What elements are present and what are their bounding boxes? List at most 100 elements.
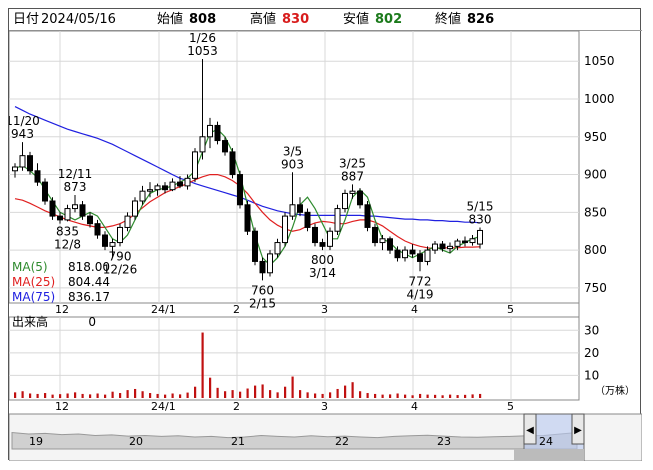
candle-body	[334, 208, 341, 232]
candle-body	[57, 215, 63, 221]
volume-bar	[231, 390, 234, 398]
volume-bar	[239, 391, 242, 398]
volume-bar	[456, 395, 459, 398]
volume-bar	[336, 388, 339, 398]
candle-body	[394, 249, 401, 259]
candle-body	[387, 238, 393, 251]
year-label: 24	[539, 435, 553, 448]
volume-bar	[464, 394, 467, 398]
candle-body	[199, 136, 206, 153]
candle-body	[304, 211, 311, 228]
candle-body	[267, 253, 273, 274]
candle-body	[237, 174, 243, 206]
volume-bar	[44, 393, 47, 398]
candle-body	[274, 242, 281, 255]
price-tick-label: 750	[584, 281, 607, 295]
volume-bar	[479, 393, 482, 398]
volume-bar	[81, 393, 84, 398]
volume-bar	[74, 392, 77, 398]
candle-body	[364, 204, 371, 228]
volume-bar	[209, 377, 212, 398]
volume-bar	[396, 393, 399, 398]
overview-right-handle-glyph[interactable]: ▶	[574, 425, 582, 436]
volume-bar	[96, 393, 99, 398]
volume-bar	[134, 388, 137, 398]
high-annotation: 943	[11, 127, 34, 141]
x-tick-label: 24/1	[151, 400, 176, 413]
volume-bar	[171, 393, 174, 398]
volume-bar	[306, 392, 309, 398]
volume-bar	[254, 385, 257, 398]
volume-bar	[276, 392, 279, 398]
high-annotation: 1053	[187, 44, 218, 58]
volume-bar	[14, 392, 17, 398]
candle-body	[214, 124, 221, 142]
volume-bar	[59, 394, 62, 398]
volume-bar	[284, 386, 287, 398]
overview-right-handle[interactable]: ▶	[571, 413, 585, 445]
candle-body	[19, 155, 26, 168]
ma25-name: MA(25)	[12, 275, 56, 289]
overview-left-handle[interactable]: ◀	[523, 413, 537, 445]
candle-body	[289, 204, 296, 217]
candle-body	[162, 185, 168, 191]
high-annotation: 873	[64, 180, 87, 194]
ma-legend: MA(5) 818.00 MA(25) 804.44 MA(75) 836.17	[12, 260, 110, 305]
candle-body	[229, 151, 236, 176]
x-tick-label: 4	[411, 400, 418, 413]
candle-body	[154, 185, 161, 191]
candle-body	[27, 155, 33, 172]
year-label: 21	[231, 435, 245, 448]
volume-bar	[111, 391, 114, 398]
candle-body	[177, 181, 183, 187]
ma5-line	[14, 128, 481, 267]
low-annotation: 800	[311, 253, 334, 267]
price-tick-label: 800	[584, 243, 607, 257]
candle-body	[297, 204, 303, 213]
candle-body	[432, 243, 438, 251]
price-tick-label: 1050	[584, 54, 615, 68]
volume-bar	[36, 393, 39, 398]
volume-bar	[126, 390, 129, 398]
volume-bar	[224, 391, 227, 398]
year-label: 22	[335, 435, 349, 448]
ma75-legend: MA(75) 836.17	[12, 290, 110, 305]
volume-bar	[29, 393, 32, 398]
volume-bar	[291, 376, 294, 398]
high-annotation: 830	[469, 212, 492, 226]
volume-name: 出来高	[12, 315, 49, 329]
candle-body	[439, 243, 446, 250]
overview-scrollbar	[514, 449, 584, 461]
low-annotation: 772	[409, 274, 432, 288]
volume-bar	[329, 392, 332, 398]
overview-left-handle-glyph[interactable]: ◀	[526, 425, 534, 436]
volume-unit-label: （万株）	[595, 384, 635, 397]
candle-body	[424, 249, 431, 262]
price-tick-label: 900	[584, 168, 607, 182]
low-annotation-date: 2/15	[249, 296, 276, 310]
candle-body	[147, 189, 153, 192]
volume-bar	[194, 386, 197, 398]
x-tick-label: 5	[507, 400, 514, 413]
x-tick-label: 12	[55, 400, 69, 413]
candle-body	[49, 200, 56, 217]
x-tick-label: 24/1	[151, 303, 176, 316]
candle-body	[259, 260, 266, 274]
low-annotation: 790	[109, 249, 132, 263]
candle-body	[42, 181, 48, 202]
x-tick-label: 3	[321, 400, 328, 413]
candle-body	[357, 190, 363, 206]
candle-body	[469, 238, 476, 244]
candle-body	[349, 190, 356, 194]
candle-body	[184, 177, 191, 187]
low-annotation: 760	[251, 283, 274, 297]
high-annotation-date: 12/11	[58, 167, 93, 181]
candle-body	[372, 226, 378, 244]
candle-body	[192, 151, 198, 179]
ma75-name: MA(75)	[12, 290, 56, 304]
candle-body	[447, 245, 453, 250]
x-tick-label: 5	[507, 303, 514, 316]
candle-body	[462, 240, 468, 244]
volume-bar	[179, 394, 182, 398]
chart-canvas: 75080085090095010001050121224/124/122334…	[9, 30, 642, 461]
